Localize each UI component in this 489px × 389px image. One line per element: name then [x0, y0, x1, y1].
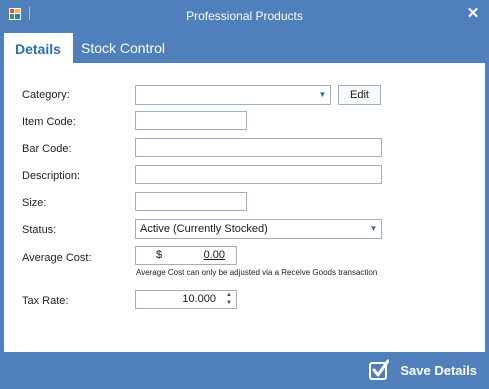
status-select[interactable]: Active (Currently Stocked) ▼ — [135, 219, 382, 239]
status-value: Active (Currently Stocked) — [140, 223, 268, 235]
tax-rate-value: 10.000 — [182, 293, 216, 305]
size-label: Size: — [22, 197, 47, 209]
category-select[interactable]: ▼ — [135, 85, 331, 105]
footer-bar: Save Details — [0, 352, 489, 389]
window: Professional Products ✕ Details Stock Co… — [0, 0, 489, 389]
checkmark-icon — [369, 359, 390, 380]
tab-details[interactable]: Details — [4, 33, 73, 65]
dropdown-arrow-icon[interactable]: ▼ — [315, 86, 330, 104]
category-label: Category: — [22, 89, 70, 101]
size-input[interactable] — [135, 192, 247, 211]
average-cost-note: Average Cost can only be adjusted via a … — [136, 268, 378, 277]
spin-down-icon[interactable]: ▼ — [224, 300, 234, 308]
save-details-label: Save Details — [400, 363, 477, 378]
tab-stock-control[interactable]: Stock Control — [71, 33, 175, 63]
status-label: Status: — [22, 224, 57, 236]
bar-code-label: Bar Code: — [22, 143, 72, 155]
title-bar: Professional Products ✕ — [0, 0, 489, 32]
tab-bar: Details Stock Control — [0, 33, 489, 65]
details-panel: Category: ▼ Edit Item Code: Bar Code: De… — [4, 63, 485, 352]
save-details-button[interactable]: Save Details — [369, 359, 477, 383]
tax-rate-stepper[interactable]: 10.000 ▲ ▼ — [135, 290, 237, 309]
tax-rate-label: Tax Rate: — [22, 295, 69, 307]
average-cost-input[interactable]: $ 0.00 — [135, 246, 237, 265]
average-cost-label: Average Cost: — [22, 252, 92, 264]
edit-button-label: Edit — [350, 89, 369, 101]
description-input[interactable] — [135, 165, 382, 184]
item-code-input[interactable] — [135, 111, 247, 130]
item-code-label: Item Code: — [22, 116, 76, 128]
edit-button[interactable]: Edit — [338, 85, 381, 105]
dropdown-arrow-icon[interactable]: ▼ — [366, 220, 381, 238]
description-label: Description: — [22, 170, 81, 182]
close-icon[interactable]: ✕ — [466, 6, 480, 21]
window-title: Professional Products — [186, 9, 303, 23]
bar-code-input[interactable] — [135, 138, 382, 157]
spin-up-icon[interactable]: ▲ — [224, 292, 234, 300]
average-cost-value: 0.00 — [203, 249, 225, 261]
